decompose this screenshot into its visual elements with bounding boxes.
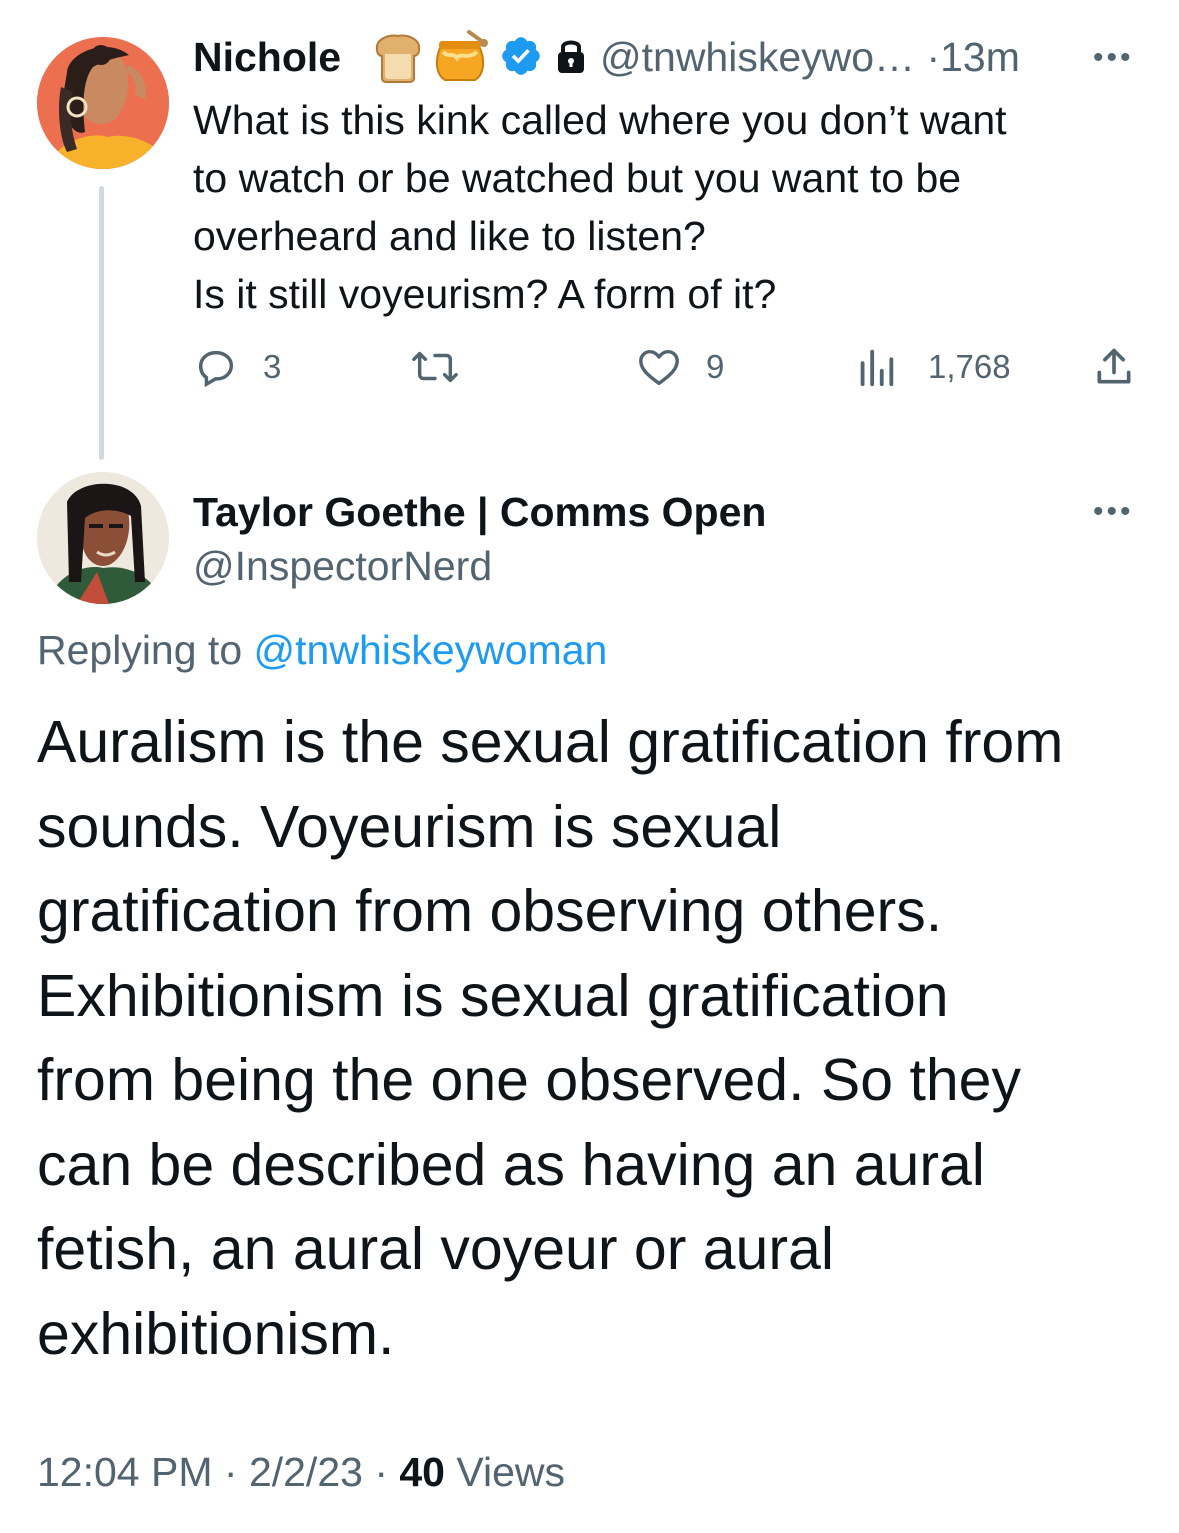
reply-count: 3 [263, 348, 282, 385]
reply-author-handle[interactable]: @InspectorNerd [193, 542, 492, 590]
like-count: 9 [706, 348, 725, 385]
honey-pot-emoji-icon [431, 28, 489, 91]
replying-label: Replying to [37, 627, 254, 673]
reply-tweet-text: Auralism is the sexual gratification fro… [37, 709, 1064, 1367]
retweet-icon [410, 344, 460, 390]
reply-meta: 12:04 PM · 2/2/23 · 40 Views [37, 1449, 566, 1495]
like-action[interactable]: 9 [636, 344, 724, 390]
views-chart-icon [856, 344, 896, 390]
retweet-action[interactable] [410, 344, 480, 390]
parent-time[interactable]: 13m [940, 34, 1020, 80]
reply-views-label: Views [456, 1449, 566, 1495]
views-action[interactable]: 1,768 [856, 344, 1011, 390]
reply-icon [193, 344, 239, 390]
share-icon [1092, 344, 1136, 390]
heart-icon [636, 344, 682, 390]
replying-to-link[interactable]: @tnwhiskeywoman [254, 627, 608, 673]
reply-views-count: 40 [399, 1449, 445, 1495]
lock-icon [555, 36, 587, 81]
replying-to: Replying to @tnwhiskeywoman [37, 624, 607, 676]
verified-badge-icon [499, 34, 543, 83]
parent-author-name[interactable]: Nichole [193, 33, 341, 81]
meta-separator: · [926, 34, 941, 80]
parent-tweet-text: What is this kink called where you don’t… [193, 97, 1007, 317]
reply-action[interactable]: 3 [193, 344, 281, 390]
bread-emoji-icon [371, 30, 425, 89]
parent-author-handle[interactable]: @tnwhiskeywo… ·13m [600, 33, 1020, 81]
reply-author-name[interactable]: Taylor Goethe | Comms Open [193, 488, 766, 536]
views-count: 1,768 [928, 348, 1011, 385]
nichole-avatar[interactable] [37, 37, 169, 169]
parent-more-options-icon[interactable]: ••• [1093, 43, 1134, 73]
reply-more-options-icon[interactable]: ••• [1093, 497, 1134, 527]
reply-time[interactable]: 12:04 PM [37, 1449, 213, 1495]
taylor-avatar[interactable] [37, 472, 169, 604]
share-action[interactable] [1092, 344, 1136, 390]
parent-handle-text[interactable]: @tnwhiskeywo… [600, 34, 915, 80]
reply-date[interactable]: 2/2/23 [249, 1449, 363, 1495]
thread-line [99, 186, 104, 460]
